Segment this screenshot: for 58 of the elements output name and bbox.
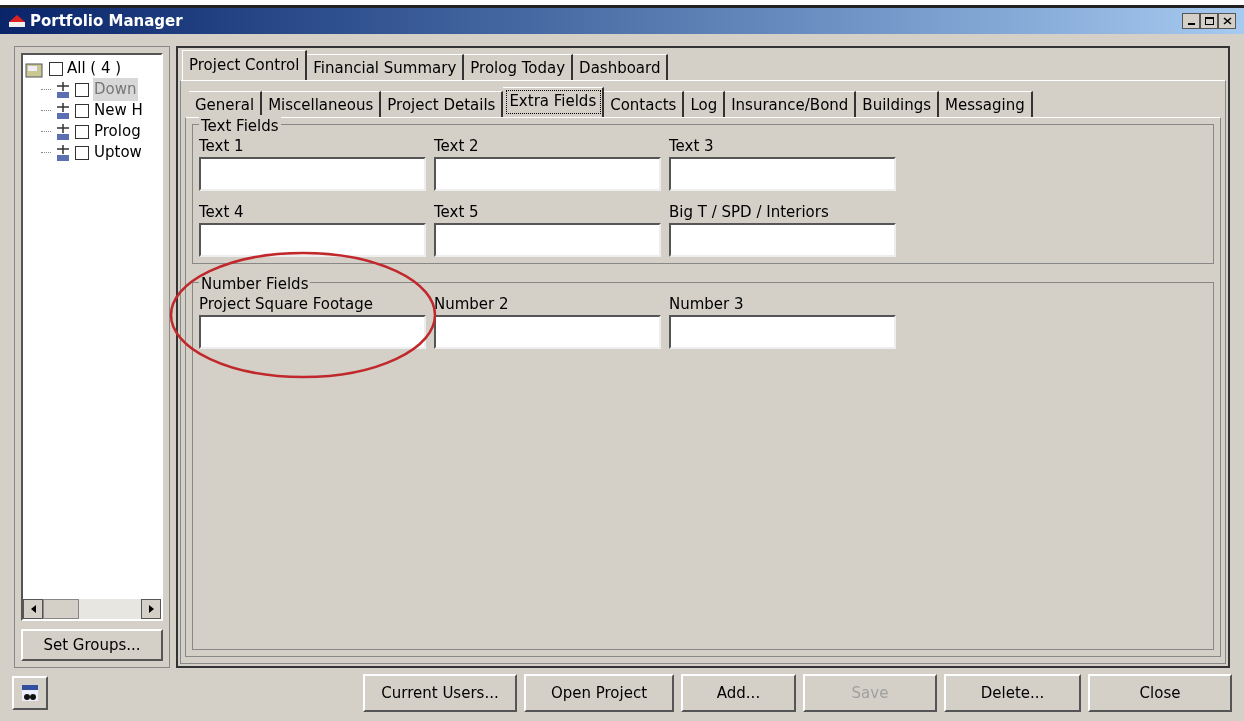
tab[interactable]: Project Control [182,50,308,80]
input-field[interactable] [669,223,896,257]
building-icon [55,122,71,141]
field-label: Text 1 [199,136,245,157]
checkbox[interactable] [75,124,89,139]
field-label: Text 2 [434,136,480,157]
input-field[interactable] [199,315,426,349]
find-button[interactable] [12,676,48,710]
checkbox[interactable] [75,82,89,97]
tab[interactable]: Financial Summary [307,54,465,80]
checkbox[interactable] [49,61,63,76]
maximize-button[interactable] [1200,13,1218,29]
right-arrow-icon [148,605,154,613]
tab[interactable]: Contacts [604,91,685,117]
field-label: Number 2 [434,294,510,315]
horizontal-scrollbar[interactable] [23,599,161,619]
app-logo-icon [8,14,26,28]
input-field[interactable] [669,315,896,349]
binoculars-icon [21,684,39,702]
input-field[interactable] [434,223,661,257]
set-groups-button[interactable]: Set Groups... [21,629,163,661]
action-button[interactable]: Add... [681,674,796,712]
action-button[interactable]: Current Users... [363,674,517,712]
field-label: Big T / SPD / Interiors [669,202,830,223]
minimize-button[interactable] [1182,13,1200,29]
input-field[interactable] [669,157,896,191]
field-label: Number 3 [669,294,745,315]
left-arrow-icon [30,605,36,613]
action-button[interactable]: Close [1088,674,1232,712]
checkbox[interactable] [75,145,89,160]
close-icon[interactable] [1218,13,1236,29]
input-field[interactable] [199,157,426,191]
checkbox[interactable] [75,103,89,118]
building-icon [55,101,71,120]
tree-item[interactable]: New H [93,99,144,122]
input-field[interactable] [199,223,426,257]
tab[interactable]: Buildings [856,91,939,117]
window-title: Portfolio Manager [30,10,183,32]
tab[interactable]: Prolog Today [464,54,574,80]
tree-item[interactable]: All ( 4 ) [67,57,122,80]
field-label: Text 4 [199,202,245,223]
field-label: Text 3 [669,136,715,157]
tree-item[interactable]: Prolog [93,120,142,143]
tab[interactable]: Messaging [939,91,1033,117]
field-label: Text 5 [434,202,480,223]
tree-item[interactable]: Uptow [93,141,143,164]
input-field[interactable] [434,157,661,191]
action-button[interactable]: Delete... [944,674,1081,712]
field-label: Project Square Footage [199,294,374,315]
building-icon [55,80,71,99]
tab[interactable]: Project Details [381,91,504,117]
building-icon [55,143,71,162]
input-field[interactable] [434,315,661,349]
tab[interactable]: Extra Fields [503,87,605,117]
tab[interactable]: Log [684,91,726,117]
action-button[interactable]: Open Project [524,674,674,712]
tab[interactable]: Insurance/Bond [725,91,857,117]
tab[interactable]: Dashboard [573,54,669,80]
